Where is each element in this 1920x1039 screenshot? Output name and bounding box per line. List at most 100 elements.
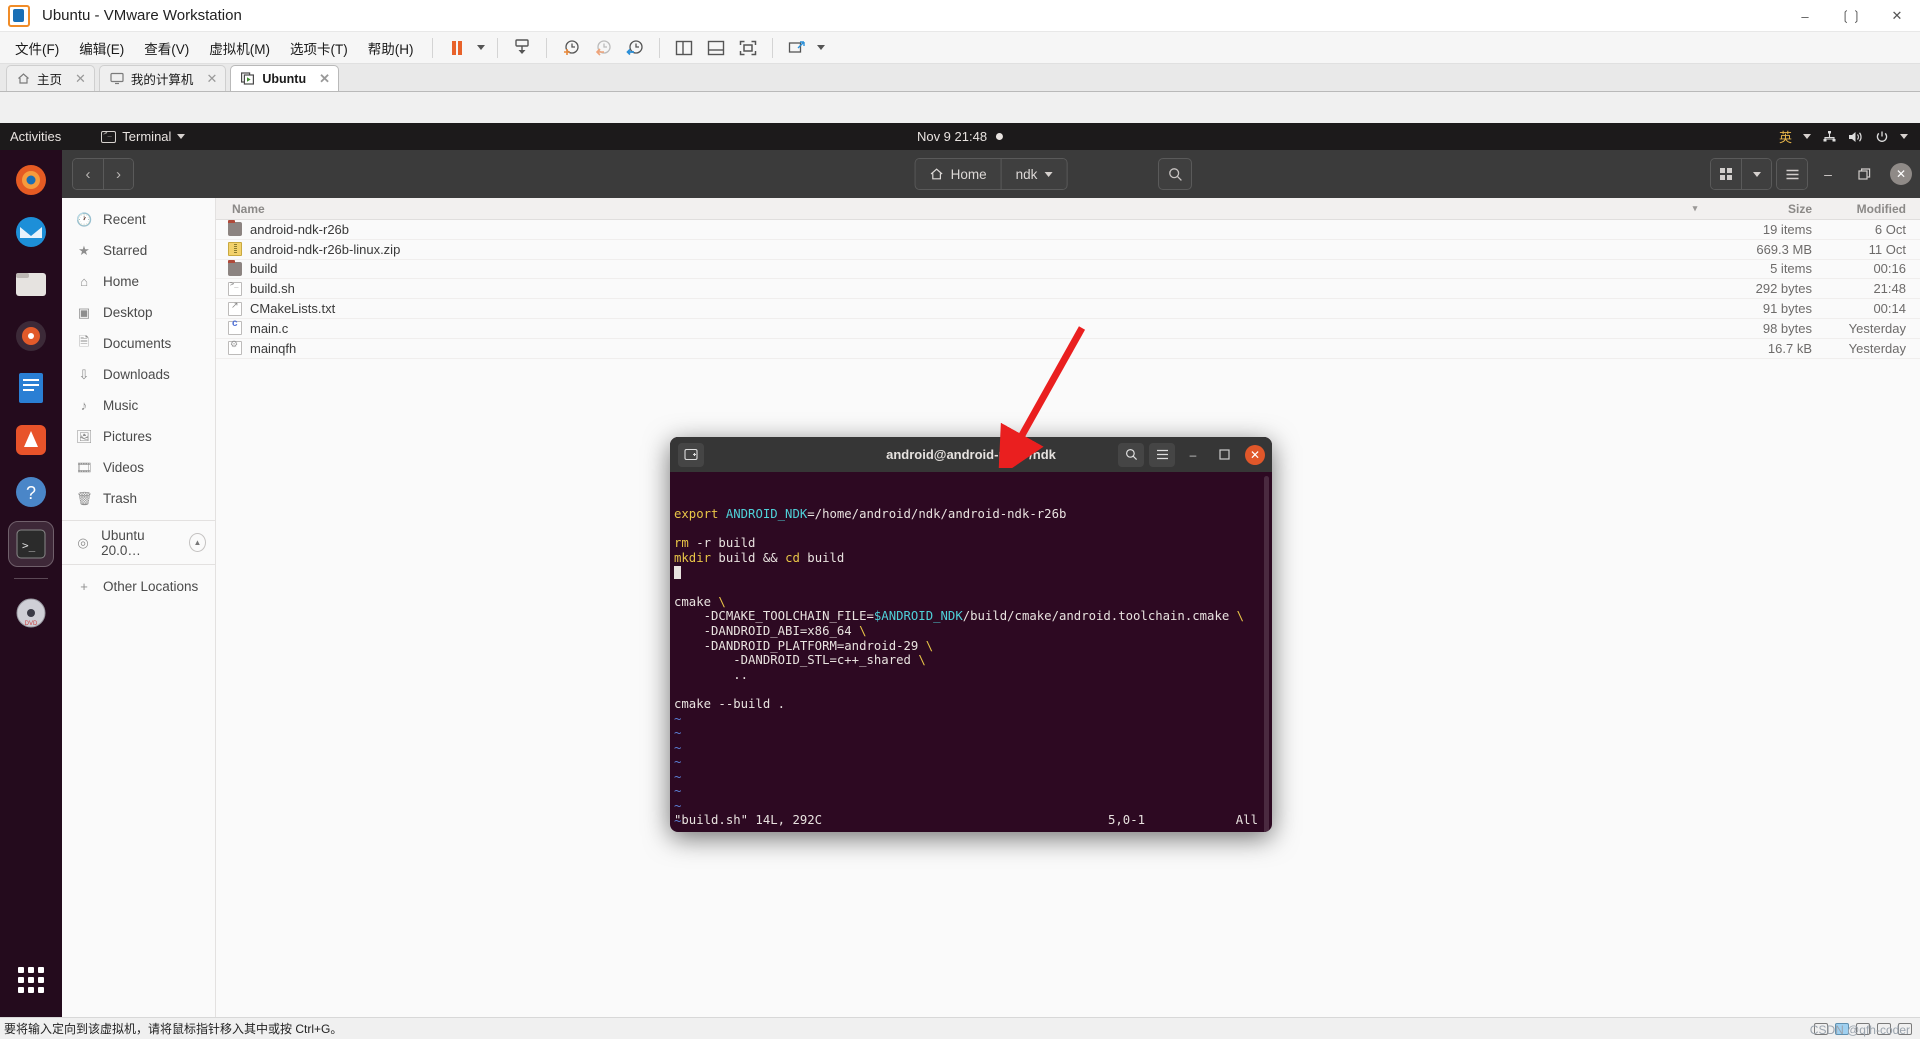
svg-text:DVD: DVD <box>25 621 38 627</box>
menu-edit[interactable]: 编辑(E) <box>70 34 133 62</box>
menu-vm[interactable]: 虚拟机(M) <box>200 34 279 62</box>
app-menu[interactable]: Terminal <box>101 129 186 144</box>
dock-item-dvd[interactable]: DVD <box>9 591 53 635</box>
system-indicators[interactable]: 英 <box>1779 127 1908 146</box>
back-button[interactable]: ‹ <box>73 159 103 189</box>
dock-item-rhythmbox[interactable] <box>9 314 53 358</box>
dock-item-firefox[interactable] <box>9 158 53 202</box>
snapshot-manager-icon[interactable] <box>620 35 650 61</box>
unity-caret-icon[interactable] <box>814 45 828 50</box>
terminal-hamburger-icon[interactable] <box>1149 442 1175 467</box>
table-row[interactable]: android-ndk-r26b 19 items 6 Oct <box>216 220 1920 240</box>
terminal-scrollbar[interactable] <box>1264 476 1269 832</box>
show-applications-icon[interactable] <box>18 967 44 993</box>
new-tab-icon[interactable] <box>678 442 704 467</box>
nautilus-maximize-button[interactable] <box>1848 158 1880 190</box>
terminal-line: rm -r build <box>674 536 756 551</box>
unity-icon[interactable] <box>782 35 812 61</box>
view-mode-group <box>1710 158 1772 190</box>
grid-view-icon[interactable] <box>1711 159 1741 189</box>
dock-item-terminal[interactable]: >_ <box>8 521 54 567</box>
nautilus-minimize-button[interactable]: – <box>1812 158 1844 190</box>
table-row[interactable]: android-ndk-r26b-linux.zip 669.3 MB 11 O… <box>216 240 1920 260</box>
view-options-caret-icon[interactable] <box>1741 159 1771 189</box>
power-dropdown-caret-icon[interactable] <box>474 45 488 50</box>
send-key-icon[interactable] <box>507 35 537 61</box>
vim-status-scroll: All <box>1235 813 1258 828</box>
close-button[interactable]: ✕ <box>1874 0 1920 32</box>
dock-item-thunderbird[interactable] <box>9 210 53 254</box>
sidebar-item-desktop[interactable]: ▣ Desktop <box>62 297 215 328</box>
search-button[interactable] <box>1158 158 1192 190</box>
terminal-line: -DANDROID_STL=c++_shared \ <box>674 653 926 668</box>
breadcrumb-home[interactable]: Home <box>915 159 1001 189</box>
sidebar-item-music[interactable]: ♪ Music <box>62 390 215 421</box>
terminal-line: .. <box>674 667 749 682</box>
column-header-modified[interactable]: Modified <box>1812 202 1920 216</box>
sidebar-item-label: Downloads <box>103 367 170 382</box>
table-row[interactable]: CMakeLists.txt 91 bytes 00:14 <box>216 299 1920 319</box>
tab-ubuntu[interactable]: Ubuntu ✕ <box>230 65 339 91</box>
terminal-search-icon[interactable] <box>1118 442 1144 467</box>
terminal-maximize-button[interactable] <box>1211 443 1237 467</box>
sidebar-item-documents[interactable]: 🗎 Documents <box>62 328 215 359</box>
terminal-line: ~ <box>674 711 682 726</box>
table-row[interactable]: build 5 items 00:16 <box>216 259 1920 280</box>
sidebar-item-ubuntu-disc[interactable]: ◎ Ubuntu 20.0… ▲ <box>62 527 215 558</box>
terminal-minimize-button[interactable]: – <box>1180 443 1206 467</box>
sidebar-item-starred[interactable]: ★ Starred <box>62 235 215 266</box>
tab-my-computer-close-icon[interactable]: ✕ <box>206 71 217 87</box>
view-sidebar-icon[interactable] <box>669 35 699 61</box>
table-row[interactable]: mainqfh 16.7 kB Yesterday <box>216 339 1920 359</box>
table-row[interactable]: main.c 98 bytes Yesterday <box>216 318 1920 339</box>
dock-item-ubuntu-software[interactable] <box>9 418 53 462</box>
tab-ubuntu-close-icon[interactable]: ✕ <box>319 71 330 87</box>
tab-home-close-icon[interactable]: ✕ <box>75 71 86 87</box>
snapshot-take-icon[interactable] <box>556 35 586 61</box>
file-modified: Yesterday <box>1848 340 1906 356</box>
dock-item-files[interactable] <box>9 262 53 306</box>
sidebar-item-trash[interactable]: 🗑 Trash <box>62 483 215 514</box>
restore-button[interactable]: ❲❳ <box>1828 0 1874 32</box>
terminal-close-button[interactable]: ✕ <box>1245 444 1265 465</box>
keyboard-layout-label[interactable]: 英 <box>1779 127 1792 146</box>
eject-icon[interactable]: ▲ <box>188 533 206 552</box>
file-name: build.sh <box>250 281 295 297</box>
snapshot-revert-icon[interactable] <box>588 35 618 61</box>
menu-tabs[interactable]: 选项卡(T) <box>281 34 357 62</box>
breadcrumb-caret-icon[interactable] <box>1044 171 1053 177</box>
view-console-icon[interactable] <box>701 35 731 61</box>
sidebar-item-videos[interactable]: 🎞 Videos <box>62 452 215 483</box>
menu-help[interactable]: 帮助(H) <box>359 34 423 62</box>
breadcrumb-ndk[interactable]: ndk <box>1000 159 1067 189</box>
pause-icon[interactable] <box>442 35 472 61</box>
sidebar-item-other-locations[interactable]: + Other Locations <box>62 571 215 602</box>
terminal-content[interactable]: export ANDROID_NDK=/home/android/ndk/and… <box>670 472 1272 832</box>
sidebar-item-label: Pictures <box>103 429 152 444</box>
sidebar-item-recent[interactable]: 🕐 Recent <box>62 204 215 235</box>
activities-button[interactable]: Activities <box>10 129 61 144</box>
minimize-button[interactable]: – <box>1782 0 1828 32</box>
view-fullscreen-icon[interactable] <box>733 35 763 61</box>
keyboard-caret-icon <box>1803 134 1811 139</box>
sidebar-item-home[interactable]: ⌂ Home <box>62 266 215 297</box>
hamburger-menu-icon[interactable] <box>1777 159 1807 189</box>
table-row[interactable]: build.sh 292 bytes 21:48 <box>216 279 1920 300</box>
clock-menu[interactable]: Nov 9 21:48 <box>917 129 1004 144</box>
column-header-name[interactable]: Name <box>216 202 1680 216</box>
dock-item-help[interactable]: ? <box>9 470 53 514</box>
menu-view[interactable]: 查看(V) <box>135 34 198 62</box>
sidebar-item-pictures[interactable]: 🖼 Pictures <box>62 421 215 452</box>
sort-caret-icon[interactable]: ▾ <box>1680 203 1710 214</box>
tab-my-computer[interactable]: 我的计算机 ✕ <box>98 65 227 91</box>
gnome-terminal-window: android@android-pc: ~/ndk – ✕ export AND… <box>670 437 1272 832</box>
column-header-size[interactable]: Size <box>1710 202 1812 216</box>
menu-file[interactable]: 文件(F) <box>6 34 68 62</box>
sidebar-item-downloads[interactable]: ⇩ Downloads <box>62 359 215 390</box>
dock-item-libreoffice-writer[interactable] <box>9 366 53 410</box>
terminal-icon <box>101 129 117 143</box>
vm-running-icon <box>241 72 255 85</box>
forward-button[interactable]: › <box>103 159 133 189</box>
nautilus-close-button[interactable]: ✕ <box>1890 163 1912 185</box>
tab-home[interactable]: 主页 ✕ <box>6 65 95 91</box>
